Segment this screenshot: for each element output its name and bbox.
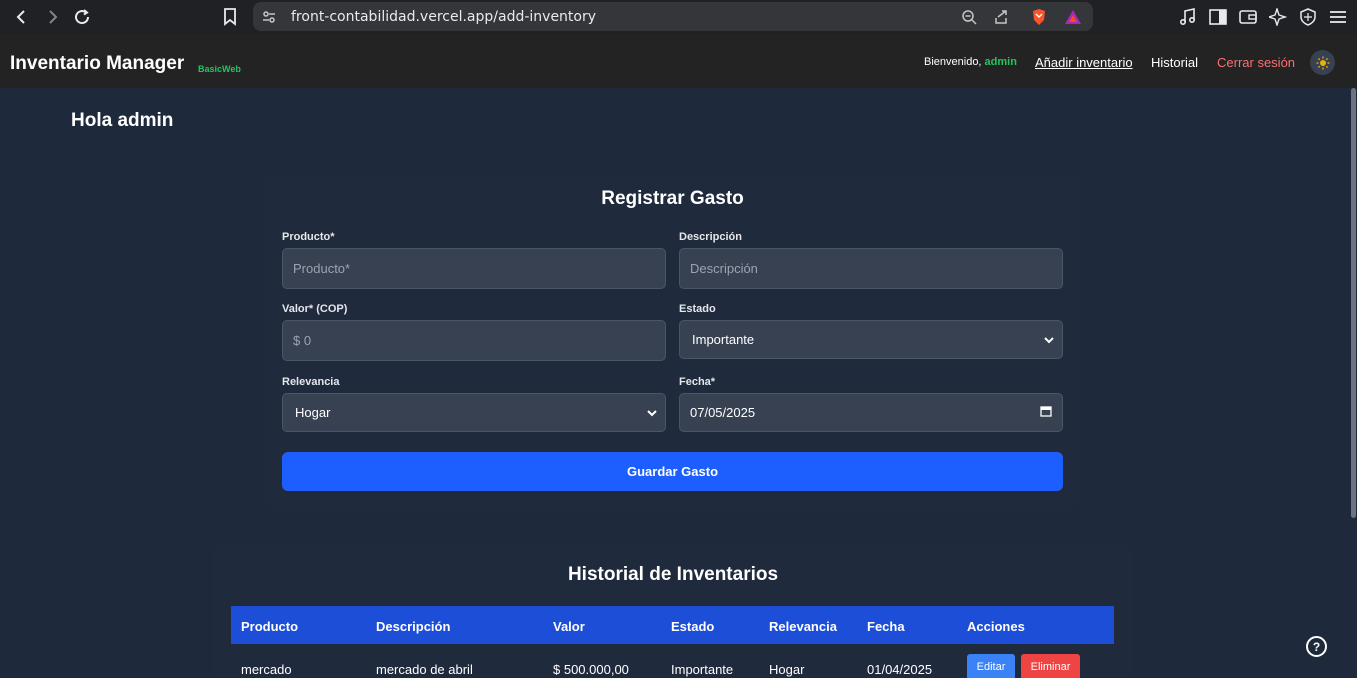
valor-placeholder: $ 0 [293,333,312,348]
th-relevancia: Relevancia [769,619,837,634]
form-title: Registrar Gasto [601,188,744,209]
cell-relevancia: Hogar [769,662,805,677]
chevron-down-icon [647,406,657,420]
estado-select[interactable]: Importante [679,320,1063,359]
zoom-icon[interactable] [959,7,979,27]
brand-subtitle: BasicWeb [198,64,241,74]
address-bar[interactable]: front-contabilidad.vercel.app/add-invent… [253,2,1093,31]
cell-producto: mercado [241,662,292,677]
site-settings-icon[interactable] [259,7,279,27]
bookmark-icon[interactable] [218,5,242,29]
cell-estado: Importante [671,662,734,677]
edit-button[interactable]: Editar [967,654,1015,678]
producto-label: Producto* [282,231,335,243]
descripcion-label: Descripción [679,231,742,243]
delete-button[interactable]: Eliminar [1021,654,1080,678]
inventory-history: Historial de Inventarios Producto Descri… [213,545,1133,678]
th-fecha: Fecha [867,619,905,634]
valor-input[interactable]: $ 0 [282,320,666,361]
help-icon[interactable]: ? [1306,636,1327,657]
menu-icon[interactable] [1327,6,1349,28]
nav-add-inventory[interactable]: Añadir inventario [1035,55,1133,70]
reload-icon[interactable] [70,5,94,29]
fecha-label: Fecha* [679,376,716,388]
th-producto: Producto [241,619,299,634]
cell-descripcion: mercado de abril [376,662,473,677]
welcome-user: admin [984,56,1017,68]
th-valor: Valor [553,619,585,634]
cell-fecha: 01/04/2025 [867,662,933,677]
leo-ai-icon[interactable] [1267,6,1289,28]
producto-placeholder: Producto* [293,261,351,276]
share-icon[interactable] [991,7,1011,27]
sidebar-icon[interactable] [1207,6,1229,28]
relevancia-label: Relevancia [282,376,340,388]
fecha-value: 07/05/2025 [690,405,756,420]
register-expense-form: Registrar Gasto Producto* Producto* Desc… [265,175,1080,510]
forward-icon[interactable] [40,5,64,29]
history-title: Historial de Inventarios [567,564,779,585]
descripcion-input[interactable]: Descripción [679,248,1063,289]
wallet-icon[interactable] [1237,6,1259,28]
nav-logout[interactable]: Cerrar sesión [1217,55,1295,70]
cell-valor: $ 500.000,00 [553,662,629,677]
brave-shield-icon[interactable] [1029,7,1049,27]
url-text: front-contabilidad.vercel.app/add-invent… [291,9,597,25]
browser-toolbar: front-contabilidad.vercel.app/add-invent… [0,0,1357,34]
nav-history[interactable]: Historial [1151,55,1198,70]
save-expense-button[interactable]: Guardar Gasto [282,452,1063,491]
sun-icon[interactable] [1310,50,1335,75]
brave-rewards-icon[interactable] [1063,7,1083,27]
welcome-text: Bienvenido, admin [924,56,1017,68]
relevancia-value: Hogar [295,405,331,420]
music-icon[interactable] [1177,6,1199,28]
estado-label: Estado [679,303,716,315]
th-acciones: Acciones [967,619,1025,634]
back-icon[interactable] [10,5,34,29]
page-greeting: Hola admin [71,110,174,131]
estado-value: Importante [692,332,755,347]
app-header: Inventario Manager BasicWeb Bienvenido, … [0,34,1357,88]
descripcion-placeholder: Descripción [690,261,758,276]
fecha-input[interactable]: 07/05/2025 [679,393,1063,432]
welcome-prefix: Bienvenido, [924,56,985,68]
scrollbar-thumb[interactable] [1351,88,1356,518]
vpn-shield-icon[interactable] [1297,6,1319,28]
chevron-down-icon [1044,333,1054,347]
table-header: Producto Descripción Valor Estado Releva… [231,606,1114,644]
producto-input[interactable]: Producto* [282,248,666,289]
th-estado: Estado [671,619,715,634]
brand-title[interactable]: Inventario Manager [10,53,184,75]
relevancia-select[interactable]: Hogar [282,393,666,432]
calendar-icon[interactable] [1040,405,1052,420]
valor-label: Valor* (COP) [282,303,348,315]
th-descripcion: Descripción [376,619,451,634]
